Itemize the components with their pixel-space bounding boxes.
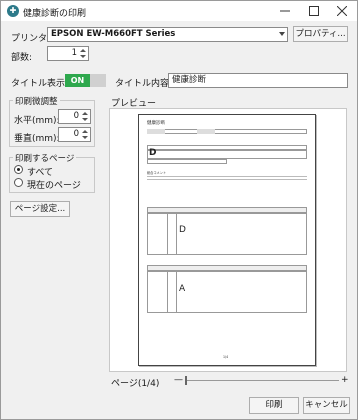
horizontal-label: 水平(mm): <box>14 116 60 126</box>
doc-text-line <box>147 176 307 177</box>
stepper-down-icon[interactable] <box>79 54 87 60</box>
preview-page: 健康診断 D 総合コメント D A 1/4 <box>138 114 316 366</box>
app-icon: ✚ <box>7 5 19 17</box>
title-content-input[interactable]: 健康診断 <box>168 73 348 88</box>
page-setup-button[interactable]: ページ設定... <box>10 201 70 217</box>
chevron-down-icon <box>279 32 285 36</box>
horizontal-stepper[interactable]: 0 <box>58 109 91 124</box>
vertical-stepper[interactable]: 0 <box>58 127 91 142</box>
print-button[interactable]: 印刷 <box>249 397 299 414</box>
adjust-group-title: 印刷微調整 <box>13 95 60 107</box>
doc-result-row <box>147 150 307 159</box>
zoom-slider-thumb[interactable] <box>185 376 187 385</box>
doc-table-col <box>167 271 177 313</box>
doc-info-cell <box>197 129 215 134</box>
doc-table-col <box>167 213 177 255</box>
minimize-icon <box>280 10 290 12</box>
doc-grade-1: D <box>179 225 186 235</box>
doc-judgement: D <box>149 148 157 158</box>
stepper-up-icon[interactable] <box>79 47 87 53</box>
stepper-down-icon[interactable] <box>81 135 89 141</box>
printer-value: EPSON EW-M660FT Series <box>51 29 176 39</box>
printer-label: プリンタ: <box>11 34 51 44</box>
title-display-label: タイトル表示: <box>11 79 69 89</box>
title-content-value: 健康診断 <box>172 75 207 85</box>
toggle-on-label: ON <box>65 74 90 87</box>
title-bar: ✚ 健康診断の印刷 <box>1 1 357 21</box>
doc-page-number: 1/4 <box>223 355 229 359</box>
radio-current-label[interactable]: 現在のページ <box>27 178 81 191</box>
doc-grade-2: A <box>179 284 186 294</box>
pages-group-title: 印刷するページ <box>13 152 77 164</box>
radio-all-label[interactable]: すべて <box>27 165 53 178</box>
radio-current[interactable] <box>14 178 23 187</box>
radio-all[interactable] <box>14 165 23 174</box>
copies-stepper[interactable]: 1 <box>47 46 89 61</box>
doc-sub-row <box>147 159 227 164</box>
window-title: 健康診断の印刷 <box>23 9 87 19</box>
preview-panel: 健康診断 D 総合コメント D A 1/4 <box>109 108 347 372</box>
vertical-value: 0 <box>73 129 79 139</box>
zoom-slider-track[interactable] <box>185 380 339 381</box>
title-content-label: タイトル内容: <box>115 79 173 89</box>
page-indicator: ページ(1/4) <box>111 379 160 389</box>
maximize-button[interactable] <box>299 1 329 21</box>
stepper-down-icon[interactable] <box>81 117 89 123</box>
copies-value: 1 <box>71 48 77 58</box>
doc-title: 健康診断 <box>147 121 165 126</box>
printer-select[interactable]: EPSON EW-M660FT Series <box>47 27 288 42</box>
zoom-out-icon[interactable]: — <box>174 375 183 385</box>
doc-comment-title: 総合コメント <box>147 171 167 175</box>
zoom-in-icon[interactable]: + <box>341 375 349 385</box>
copies-label: 部数: <box>11 53 33 63</box>
vertical-label: 垂直(mm): <box>14 134 60 144</box>
close-icon <box>337 6 347 16</box>
properties-button[interactable]: プロパティ... <box>293 26 348 42</box>
stepper-up-icon[interactable] <box>81 128 89 134</box>
cancel-button[interactable]: キャンセル <box>303 397 350 414</box>
print-dialog: ✚ 健康診断の印刷 プリンタ: EPSON EW-M660FT Series プ… <box>0 0 358 420</box>
horizontal-value: 0 <box>73 111 79 121</box>
doc-info-row <box>147 129 307 134</box>
doc-info-cell <box>147 129 165 134</box>
stepper-up-icon[interactable] <box>81 110 89 116</box>
close-button[interactable] <box>327 1 357 21</box>
title-display-toggle[interactable]: ON <box>65 74 106 87</box>
maximize-icon <box>309 6 319 16</box>
minimize-button[interactable] <box>270 1 300 21</box>
doc-text-line <box>147 179 307 180</box>
